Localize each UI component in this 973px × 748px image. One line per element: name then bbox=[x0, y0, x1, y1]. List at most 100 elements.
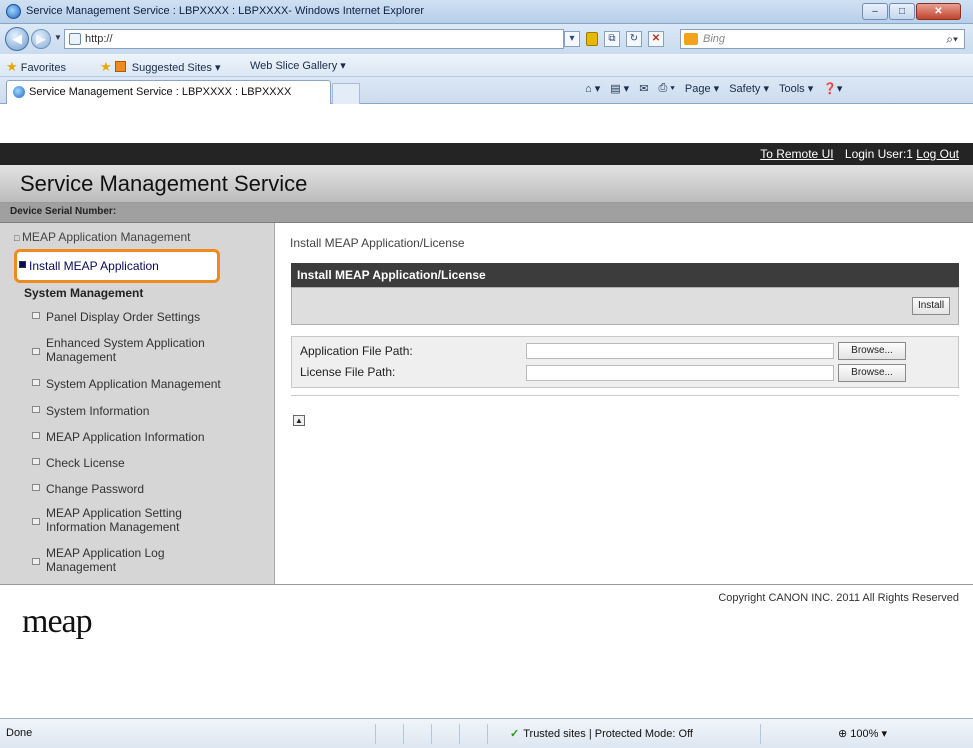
back-to-top-icon[interactable]: ▲ bbox=[293, 415, 305, 426]
sidebar-item-label: Panel Display Order Settings bbox=[46, 310, 201, 324]
back-button[interactable]: ◀ bbox=[5, 27, 29, 51]
copyright-text: Copyright CANON INC. 2011 All Rights Res… bbox=[718, 592, 959, 604]
sidebar-item-label: MEAP Application Setting Information Man… bbox=[46, 506, 182, 534]
address-input[interactable]: http:// bbox=[64, 29, 564, 49]
application-file-path-input[interactable] bbox=[526, 343, 834, 359]
remote-ui-link[interactable]: To Remote UI bbox=[760, 147, 833, 161]
security-zone-label: Trusted sites | Protected Mode: Off bbox=[523, 728, 693, 740]
status-divider bbox=[403, 724, 404, 744]
meap-logo: meap bbox=[22, 603, 93, 640]
favorites-button[interactable]: ★ Favorites bbox=[6, 59, 66, 75]
trusted-check-icon: ✓ bbox=[510, 728, 520, 740]
ie-logo-icon bbox=[6, 4, 21, 19]
content-divider bbox=[291, 395, 959, 396]
sidebar-item-meap-app-information[interactable]: MEAP Application Information bbox=[32, 430, 205, 444]
minimize-button[interactable]: – bbox=[862, 3, 888, 20]
sidebar-bullet-icon bbox=[32, 484, 40, 491]
close-window-button[interactable]: ✕ bbox=[916, 3, 961, 20]
sidebar-item-change-password[interactable]: Change Password bbox=[32, 482, 144, 496]
suggested-sites-label: Suggested Sites ▾ bbox=[131, 62, 221, 74]
address-tools: ▾ ⧉ ↻ ✕ bbox=[564, 29, 664, 49]
search-icon[interactable]: ⌕▾ bbox=[946, 32, 958, 47]
safety-menu[interactable]: Safety ▾ bbox=[729, 82, 769, 95]
stop-icon[interactable]: ✕ bbox=[648, 31, 664, 47]
sidebar-item-meap-app-setting-info[interactable]: MEAP Application Setting Information Man… bbox=[32, 506, 221, 534]
history-dropdown-icon[interactable]: ▼ bbox=[54, 33, 62, 42]
application-file-path-label: Application File Path: bbox=[300, 344, 413, 358]
help-menu[interactable]: ❓▾ bbox=[823, 82, 842, 95]
sidebar-item-label: Check License bbox=[46, 456, 125, 470]
window-titlebar: Service Management Service : LBPXXXX : L… bbox=[0, 0, 973, 24]
sidebar-bullet-icon bbox=[32, 458, 40, 465]
forward-button[interactable]: ▶ bbox=[31, 29, 51, 49]
status-divider bbox=[459, 724, 460, 744]
sidebar-install-meap-application[interactable]: Install MEAP Application bbox=[29, 259, 159, 273]
license-browse-button[interactable]: Browse... bbox=[838, 364, 906, 382]
sidebar-item-check-license[interactable]: Check License bbox=[32, 456, 125, 470]
sidebar-item-label: Enhanced System Application Management bbox=[46, 336, 205, 364]
address-toolbar: ◀ ▶ ▼ http:// ▾ ⧉ ↻ ✕ Bing ⌕▾ bbox=[0, 24, 973, 54]
suggested-sites-link[interactable]: ★ Suggested Sites ▾ bbox=[100, 59, 220, 75]
logout-link[interactable]: Log Out bbox=[916, 147, 959, 161]
favorites-label: Favorites bbox=[20, 62, 66, 74]
zoom-level: 100% bbox=[850, 728, 879, 740]
license-file-path-input[interactable] bbox=[526, 365, 834, 381]
sidebar-item-enhanced-system-app[interactable]: Enhanced System Application Management bbox=[32, 336, 246, 364]
status-divider bbox=[487, 724, 488, 744]
status-divider bbox=[375, 724, 376, 744]
install-panel-body: Install bbox=[291, 287, 959, 325]
sidebar-item-label: System Information bbox=[46, 404, 150, 418]
add-favorites-icon: ★ bbox=[100, 59, 112, 74]
favorites-bar: ★ Favorites ★ Suggested Sites ▾ Web Slic… bbox=[0, 54, 973, 77]
tools-menu[interactable]: Tools ▾ bbox=[779, 82, 813, 95]
sidebar-bullet-icon bbox=[32, 379, 40, 386]
serial-number-bar: Device Serial Number: bbox=[0, 203, 973, 223]
command-bar: ⌂ ▾ ▤ ▾ ✉ ⎙ ▾ Page ▾ Safety ▾ Tools ▾ ❓▾ bbox=[585, 82, 842, 95]
address-dropdown-icon[interactable]: ▾ bbox=[564, 31, 580, 47]
home-icon[interactable]: ⌂ ▾ bbox=[585, 82, 600, 95]
serial-number-label: Device Serial Number: bbox=[10, 206, 117, 217]
web-slice-gallery-link[interactable]: Web Slice Gallery ▾ bbox=[250, 59, 346, 72]
sidebar-item-system-app-management[interactable]: System Application Management bbox=[32, 377, 221, 391]
print-icon[interactable]: ⎙ ▾ bbox=[658, 82, 674, 95]
feeds-icon[interactable]: ▤ ▾ bbox=[610, 82, 629, 95]
tab-service-management[interactable]: Service Management Service : LBPXXXX : L… bbox=[6, 80, 331, 104]
sidebar-item-panel-display-order[interactable]: Panel Display Order Settings bbox=[32, 310, 201, 324]
sidebar-item-meap-app-log[interactable]: MEAP Application Log Management bbox=[32, 546, 196, 574]
install-button[interactable]: Install bbox=[912, 297, 950, 315]
sidebar-bullet-icon bbox=[32, 348, 40, 355]
status-text: Done bbox=[6, 727, 33, 739]
favorites-star-icon: ★ bbox=[6, 59, 18, 74]
selected-bullet-icon bbox=[19, 261, 26, 268]
sidebar: □ MEAP Application Management Install ME… bbox=[0, 223, 275, 584]
sidebar-item-system-information[interactable]: System Information bbox=[32, 404, 150, 418]
page-footer: Copyright CANON INC. 2011 All Rights Res… bbox=[0, 584, 973, 718]
compatibility-icon[interactable]: ⧉ bbox=[604, 31, 620, 47]
page-icon bbox=[69, 33, 81, 45]
status-divider bbox=[431, 724, 432, 744]
web-slice-gallery-label: Web Slice Gallery ▾ bbox=[250, 60, 346, 72]
lock-icon[interactable] bbox=[586, 32, 598, 46]
sidebar-item-label: System Application Management bbox=[46, 377, 221, 391]
status-bar: Done ✓ Trusted sites | Protected Mode: Of… bbox=[0, 718, 973, 748]
install-panel-header: Install MEAP Application/License bbox=[291, 263, 959, 287]
security-zone[interactable]: ✓ Trusted sites | Protected Mode: Off bbox=[510, 727, 693, 740]
mail-icon[interactable]: ✉ bbox=[639, 82, 648, 95]
search-input[interactable]: Bing ⌕▾ bbox=[680, 29, 965, 49]
refresh-icon[interactable]: ↻ bbox=[626, 31, 642, 47]
page-menu[interactable]: Page ▾ bbox=[685, 82, 719, 95]
status-divider bbox=[760, 724, 761, 744]
install-meap-highlight[interactable]: Install MEAP Application bbox=[14, 249, 220, 283]
sidebar-item-label: MEAP Application Information bbox=[46, 430, 205, 444]
new-tab-button[interactable] bbox=[332, 83, 360, 104]
sidebar-bullet-icon bbox=[32, 406, 40, 413]
maximize-button[interactable]: □ bbox=[889, 3, 915, 20]
address-url[interactable]: http:// bbox=[85, 33, 113, 45]
zoom-control[interactable]: ⊕ 100% ▾ bbox=[838, 727, 887, 740]
bing-icon bbox=[684, 33, 698, 45]
sidebar-meap-app-management[interactable]: □ MEAP Application Management bbox=[14, 230, 190, 244]
sidebar-bullet-icon bbox=[32, 432, 40, 439]
sidebar-bullet-icon bbox=[32, 558, 40, 565]
application-browse-button[interactable]: Browse... bbox=[838, 342, 906, 360]
tab-ie-icon bbox=[13, 86, 25, 98]
